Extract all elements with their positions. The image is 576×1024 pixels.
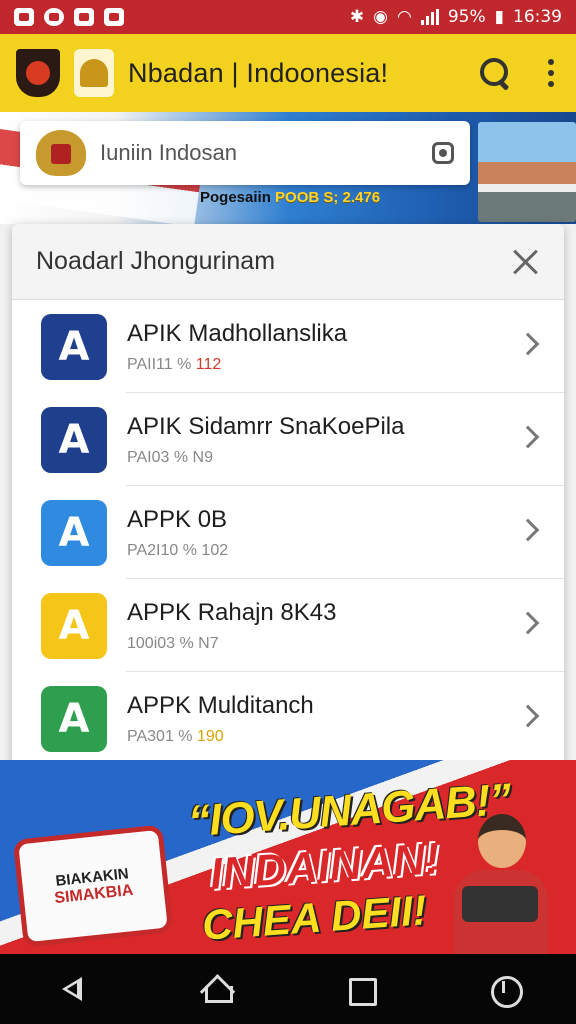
chevron-right-icon[interactable] — [516, 611, 540, 635]
app-icon: A — [41, 592, 107, 659]
bluetooth-icon: ✱ — [349, 7, 365, 27]
app-meta-value: 190 — [196, 727, 224, 745]
emblem-logo — [16, 49, 60, 97]
dialog-title: Noadarl Jhongurinam — [36, 247, 276, 275]
more-options-icon[interactable] — [548, 59, 554, 87]
app-meta-value: N7 — [198, 634, 219, 652]
hero-search-field[interactable]: Iuniin Indosan — [20, 121, 470, 185]
navigation-bar — [0, 954, 576, 1024]
hero-promo-text: Pogesaiin POOB S; 2.476 — [200, 189, 380, 206]
recents-icon[interactable] — [340, 969, 380, 1009]
app-list-item[interactable]: A APPK 0B PA2I10 % 102 — [12, 486, 564, 579]
building-photo — [478, 122, 576, 222]
app-icon-letter: A — [58, 695, 90, 742]
app-meta-value: N9 — [192, 448, 213, 466]
app-meta-value: 102 — [201, 541, 229, 559]
notification-icon — [44, 8, 64, 26]
app-bar: Nbadan | Indoonesia! — [0, 34, 576, 112]
app-list-dialog: Noadarl Jhongurinam A APIK Madhollanslika… — [12, 224, 564, 824]
search-icon[interactable] — [478, 56, 512, 90]
app-icon: A — [41, 685, 107, 752]
app-icon: A — [41, 499, 107, 566]
app-meta: PAII11 % 112 — [127, 356, 347, 374]
app-icon-letter: A — [58, 323, 90, 370]
app-title: Nbadan | Indoonesia! — [128, 57, 389, 88]
app-meta-value: 112 — [195, 355, 222, 373]
app-name: APIK Madhollanslika — [127, 319, 348, 347]
garuda-logo — [74, 49, 114, 97]
notification-icon — [14, 8, 34, 26]
hero-search-placeholder: Iuniin Indosan — [100, 140, 237, 165]
app-meta: 100i03 % N7 — [127, 635, 336, 653]
hero-promo-highlight: POOB S; 2.476 — [275, 189, 381, 206]
app-name: APPK 0B — [127, 505, 228, 533]
notification-icons — [14, 8, 124, 26]
back-icon[interactable] — [52, 969, 92, 1009]
app-meta: PAI03 % N9 — [127, 449, 404, 467]
battery-icon: ▮ — [494, 7, 504, 27]
app-list: A APIK Madhollanslika PAII11 % 112 A APIK Si… — [12, 300, 564, 824]
app-meta-prefix: PA301 % — [127, 727, 193, 745]
notification-icon — [74, 8, 94, 26]
notification-icon — [104, 8, 124, 26]
app-meta-prefix: 100i03 % — [127, 634, 194, 652]
app-meta: PA2I10 % 102 — [127, 542, 228, 560]
app-name: APPK Rahajn 8K43 — [127, 598, 337, 626]
app-icon: A — [41, 406, 107, 473]
app-meta: PA301 % 190 — [127, 728, 314, 746]
app-list-item[interactable]: A APIK Sidamrr SnaKoePila PAI03 % N9 — [12, 393, 564, 486]
app-name: APPK Mulditanch — [127, 691, 314, 719]
hero-promo-prefix: Pogesaiin — [200, 189, 271, 206]
system-icons: ✱ ◉ ◠ 95% ▮ 16:39 — [350, 7, 562, 27]
garuda-icon — [36, 130, 86, 176]
signal-icon — [420, 9, 439, 25]
chevron-right-icon[interactable] — [516, 425, 540, 449]
app-icon-letter: A — [58, 602, 90, 649]
clock: 16:39 — [513, 7, 562, 27]
home-icon[interactable] — [196, 969, 236, 1009]
promo-banner[interactable]: BIAKAKIN SIMAKBIA “IOV.UNAGAB!” INDAINAN… — [0, 760, 576, 954]
wifi-icon-2: ◠ — [397, 7, 412, 27]
app-list-item[interactable]: A APIK Madhollanslika PAII11 % 112 — [12, 300, 564, 393]
app-meta-prefix: PA2I10 % — [127, 541, 197, 559]
promo-badge: BIAKAKIN SIMAKBIA — [12, 824, 174, 948]
app-list-item[interactable]: A APPK Rahajn 8K43 100i03 % N7 — [12, 579, 564, 672]
chevron-right-icon[interactable] — [516, 332, 540, 356]
app-meta-prefix: PAI03 % — [127, 448, 189, 466]
chevron-right-icon[interactable] — [516, 518, 540, 542]
app-list-item[interactable]: A APPK Mulditanch PA301 % 190 — [12, 672, 564, 765]
app-icon-letter: A — [58, 416, 90, 463]
close-icon[interactable] — [512, 248, 540, 276]
hero-banner: Iuniin Indosan Pogesaiin POOB S; 2.476 — [0, 112, 576, 224]
app-name: APIK Sidamrr SnaKoePila — [127, 412, 405, 440]
scan-icon[interactable] — [432, 142, 454, 164]
mascot-illustration — [448, 814, 552, 954]
assistant-icon[interactable] — [484, 969, 524, 1009]
wifi-icon: ◉ — [373, 7, 388, 27]
dialog-header: Noadarl Jhongurinam — [12, 224, 564, 300]
app-icon-letter: A — [58, 509, 90, 556]
app-icon: A — [41, 313, 107, 380]
app-meta-prefix: PAII11 % — [127, 355, 192, 373]
status-bar: ✱ ◉ ◠ 95% ▮ 16:39 — [0, 0, 576, 34]
chevron-right-icon[interactable] — [516, 704, 540, 728]
battery-percent: 95% — [447, 7, 486, 27]
